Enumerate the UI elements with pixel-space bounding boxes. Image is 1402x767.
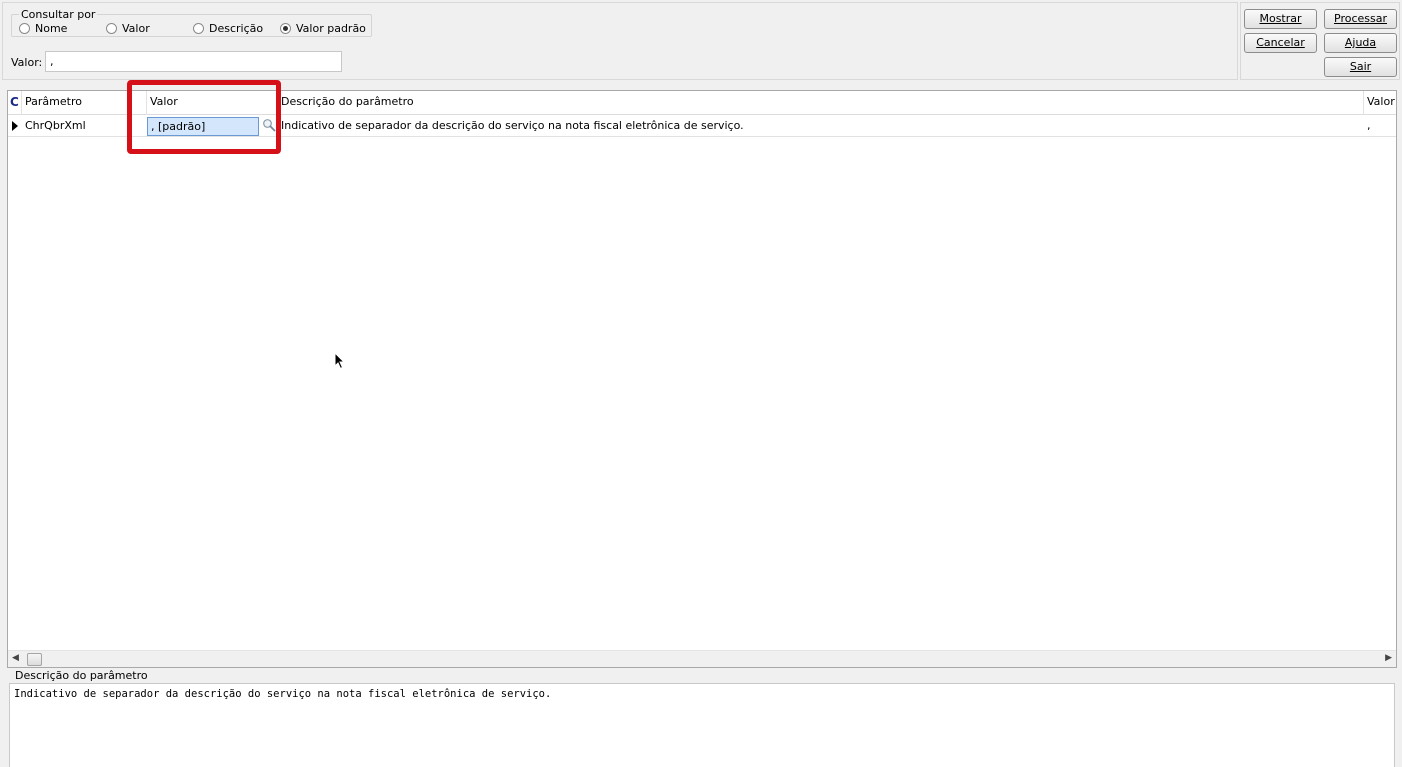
description-text-area[interactable]: Indicativo de separador da descrição do … [9,683,1395,767]
radio-valor-label: Valor [122,22,150,35]
radio-valor[interactable]: Valor [106,22,150,35]
table-row[interactable]: ChrQbrXml , [padrão] Indicativo de separ… [8,115,1396,137]
column-header-valor-padrao[interactable]: Valor [1364,91,1396,115]
radio-checked-icon [280,23,291,34]
search-icon[interactable] [262,118,276,132]
ajuda-button[interactable]: Ajuda [1324,33,1397,53]
parameters-grid[interactable]: C Parâmetro Valor Descrição do parâmetro… [7,90,1397,668]
column-header-valor[interactable]: Valor [147,91,278,115]
current-row-arrow-icon [12,121,18,131]
scroll-right-icon[interactable]: ▶ [1385,653,1392,663]
grid-header: C Parâmetro Valor Descrição do parâmetro… [8,91,1396,115]
valor-cell-editor[interactable]: , [padrão] [147,117,259,136]
scroll-left-icon[interactable]: ◀ [12,653,19,663]
search-panel: Consultar por Nome Valor Descrição Valor… [2,2,1238,80]
consultar-por-title: Consultar por [19,8,98,21]
radio-valor-padrao[interactable]: Valor padrão [280,22,366,35]
radio-valor-padrao-label: Valor padrão [296,22,366,35]
column-header-descricao[interactable]: Descrição do parâmetro [278,91,1364,115]
radio-circle-icon [106,23,117,34]
radio-circle-icon [193,23,204,34]
cancelar-button[interactable]: Cancelar [1244,33,1317,53]
processar-button[interactable]: Processar [1324,9,1397,29]
horizontal-scrollbar[interactable]: ◀ ▶ [8,650,1396,667]
sair-button[interactable]: Sair [1324,57,1397,77]
radio-nome[interactable]: Nome [19,22,67,35]
radio-descricao[interactable]: Descrição [193,22,263,35]
column-header-c[interactable]: C [8,91,22,115]
cell-parametro[interactable]: ChrQbrXml [22,115,147,137]
button-panel: Mostrar Processar Cancelar Ajuda Sair [1240,2,1400,80]
mouse-pointer-icon [334,352,346,370]
cell-descricao[interactable]: Indicativo de separador da descrição do … [278,115,1364,137]
valor-label: Valor: [11,56,43,69]
mostrar-button[interactable]: Mostrar [1244,9,1317,29]
column-header-parametro[interactable]: Parâmetro [22,91,147,115]
description-panel-title: Descrição do parâmetro [15,669,148,682]
scrollbar-thumb[interactable] [27,653,42,666]
radio-descricao-label: Descrição [209,22,264,35]
radio-circle-icon [19,23,30,34]
valor-search-input[interactable] [45,51,342,72]
cell-valor-padrao[interactable]: , [1364,115,1396,137]
radio-nome-label: Nome [35,22,68,35]
